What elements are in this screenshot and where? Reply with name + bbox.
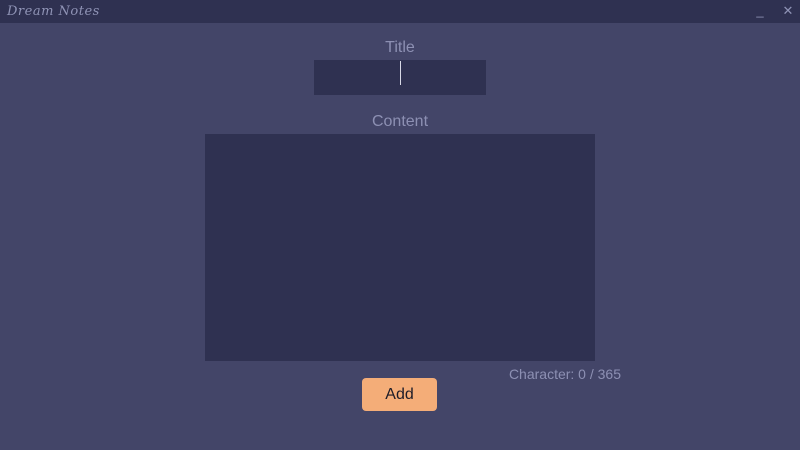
title-bar[interactable]: Dream Notes _ ✕	[0, 0, 800, 23]
close-button[interactable]: ✕	[778, 2, 798, 20]
content-textarea[interactable]	[205, 134, 595, 361]
character-counter: Character: 0 / 365	[508, 366, 621, 382]
app-title: Dream Notes	[7, 4, 100, 19]
text-caret	[400, 61, 401, 85]
add-button[interactable]: Add	[362, 378, 437, 411]
minimize-button[interactable]: _	[750, 2, 770, 20]
app-window: Dream Notes _ ✕ Title Content Character:…	[0, 0, 800, 450]
content-label: Content	[371, 113, 429, 130]
title-label: Title	[385, 39, 415, 56]
